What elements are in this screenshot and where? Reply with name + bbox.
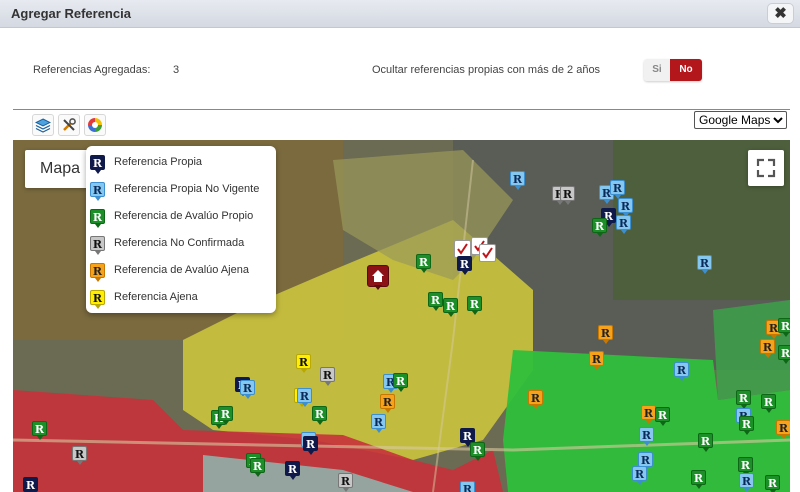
marker-lightblue-icon[interactable]: R [739,473,754,492]
marker-navy-icon[interactable]: R [457,256,472,275]
refs-added-count: 3 [173,64,180,76]
dialog-title: Agregar Referencia [11,6,131,21]
marker-lightblue-icon[interactable]: R [240,380,255,399]
legend-label: Referencia Propia [114,156,203,168]
selected-check-icon[interactable] [479,244,496,262]
marker-lightblue-icon: R [90,182,105,201]
marker-green-icon[interactable]: R [778,318,790,337]
tools-icon [63,118,76,131]
toggle-yes[interactable]: Si [644,59,670,81]
divider [13,109,790,110]
dialog-titlebar: Agregar Referencia ✖ [0,0,800,28]
close-button[interactable]: ✖ [767,3,794,24]
refs-added-label: Referencias Agregadas: [33,64,151,76]
marker-navy-icon[interactable]: R [303,436,318,455]
map-area[interactable]: Mapa R Referencia Propia R Referencia Pr… [13,140,790,492]
marker-lightblue-icon[interactable]: R [618,198,633,217]
map-type-select[interactable]: Google Maps [694,111,787,129]
house-icon [372,270,384,282]
marker-green-icon[interactable]: R [738,457,753,476]
marker-green-icon[interactable]: R [739,416,754,435]
marker-yellow-icon: R [90,290,105,309]
marker-green-icon[interactable]: R [393,373,408,392]
marker-lightblue-icon[interactable]: R [610,180,625,199]
marker-green-icon[interactable]: R [250,458,265,477]
legend-label: Referencia Ajena [114,291,198,303]
marker-orange-icon[interactable]: R [760,339,775,358]
marker-gray-icon: R [90,236,105,255]
marker-green-icon[interactable]: R [312,406,327,425]
subject-property-home-icon[interactable] [367,265,389,290]
marker-green-icon[interactable]: R [698,433,713,452]
layers-icon [35,118,51,133]
color-wheel-icon [88,118,102,132]
marker-green-icon[interactable]: R [416,254,431,273]
map-legend: R Referencia Propia R Referencia Propia … [86,146,276,313]
marker-yellow-icon[interactable]: R [296,354,311,373]
marker-navy-icon[interactable]: R [23,477,38,492]
marker-lightblue-icon[interactable]: R [510,171,525,190]
marker-lightblue-icon[interactable]: R [674,362,689,381]
marker-orange-icon[interactable]: R [380,394,395,413]
marker-orange-icon: R [90,263,105,282]
marker-orange-icon[interactable]: R [598,325,613,344]
layers-button[interactable] [32,114,54,136]
marker-lightblue-icon[interactable]: R [638,452,653,471]
color-filter-button[interactable] [84,114,106,136]
marker-green-icon[interactable]: R [778,345,790,364]
marker-orange-icon[interactable]: R [776,420,790,439]
marker-green-icon[interactable]: R [691,470,706,489]
marker-green-icon[interactable]: R [32,421,47,440]
marker-navy-icon[interactable]: R [285,461,300,480]
marker-gray-icon[interactable]: R [320,367,335,386]
toggle-no[interactable]: No [670,59,702,81]
tools-button[interactable] [58,114,80,136]
marker-lightblue-icon[interactable]: R [616,215,631,234]
marker-green-icon[interactable]: R [765,475,780,492]
marker-lightblue-icon[interactable]: R [460,481,475,492]
fullscreen-icon [756,158,776,178]
marker-green-icon[interactable]: R [470,442,485,461]
marker-green-icon[interactable]: R [655,407,670,426]
marker-lightblue-icon[interactable]: R [632,466,647,485]
close-icon: ✖ [774,5,787,22]
marker-green-icon: R [90,209,105,228]
marker-green-icon[interactable]: R [428,292,443,311]
marker-gray-icon[interactable]: R [72,446,87,465]
marker-green-icon[interactable]: R [467,296,482,315]
marker-lightblue-icon[interactable]: R [371,414,386,433]
marker-lightblue-icon[interactable]: R [697,255,712,274]
marker-navy-icon: R [90,155,105,174]
legend-label: Referencia No Confirmada [114,237,245,249]
marker-orange-icon[interactable]: R [589,351,604,370]
marker-green-icon[interactable]: R [736,390,751,409]
marker-green-icon[interactable]: R [592,218,607,237]
marker-green-icon[interactable]: R [761,394,776,413]
hide-old-refs-label: Ocultar referencias propias con más de 2… [372,64,601,76]
marker-gray-icon[interactable]: R [338,473,353,492]
hide-old-refs-toggle[interactable]: Si No [644,59,702,81]
marker-gray-icon[interactable]: R [560,186,575,205]
legend-label: Referencia de Avalúo Propio [114,210,254,222]
marker-orange-icon[interactable]: R [641,405,656,424]
marker-lightblue-icon[interactable]: R [297,388,312,407]
marker-lightblue-icon[interactable]: R [639,427,654,446]
legend-label: Referencia de Avalúo Ajena [114,264,249,276]
fullscreen-button[interactable] [748,150,784,186]
marker-green-icon[interactable]: R [443,298,458,317]
marker-orange-icon[interactable]: R [528,390,543,409]
legend-label: Referencia Propia No Vigente [114,183,260,195]
marker-green-icon[interactable]: R [218,406,233,425]
marker-navy-icon[interactable]: R [460,428,475,447]
